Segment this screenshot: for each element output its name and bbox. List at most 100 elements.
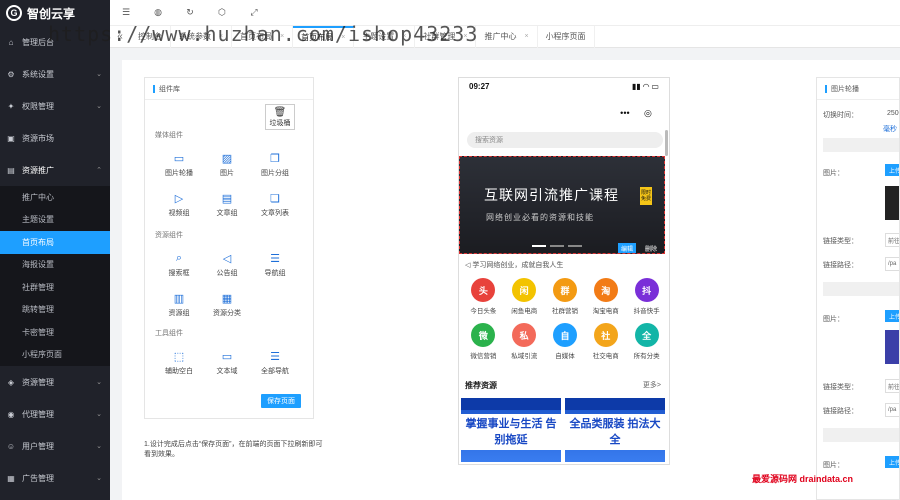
sidebar-sub-home-layout[interactable]: 首页布局: [0, 231, 110, 254]
sidebar-sub-miniapp[interactable]: 小程序页面: [0, 344, 110, 367]
link-path-input[interactable]: /pa: [885, 257, 899, 271]
banner-edit-button[interactable]: 编辑: [618, 243, 636, 253]
scrollbar[interactable]: [665, 130, 668, 156]
close-icon[interactable]: ×: [280, 33, 284, 40]
widget-image-carousel[interactable]: ▭ 图片轮播: [159, 152, 199, 178]
close-icon[interactable]: ×: [402, 33, 406, 40]
books-icon: ▥: [173, 293, 185, 305]
category-grid-item[interactable]: 群社群营销: [545, 278, 586, 315]
ad-icon: ▦: [7, 473, 15, 483]
category-grid-item[interactable]: 私私域引流: [504, 323, 545, 360]
target-icon[interactable]: ◎: [644, 108, 652, 119]
save-page-button[interactable]: 保存页面: [261, 394, 301, 408]
widget-spacer[interactable]: ⬚ 辅助空白: [159, 350, 199, 376]
widget-all-nav[interactable]: ☰ 全部导航: [255, 350, 295, 376]
sidebar-item-agent[interactable]: ◉ 代理管理 ⌄: [0, 398, 110, 430]
user-icon: ☺: [6, 441, 16, 451]
banner-carousel[interactable]: 互联网引流推广课程 限时免费 网络创业必看的资源和技能 编辑 删除: [459, 156, 665, 254]
chevron-up-icon: ⌃: [96, 167, 102, 174]
recommend-more-link[interactable]: 更多>: [643, 380, 661, 391]
category-grid-item[interactable]: 头今日头条: [463, 278, 504, 315]
sidebar-sub-theme[interactable]: 主题设置: [0, 209, 110, 232]
refresh-icon[interactable]: ↻: [174, 7, 206, 18]
upload-button[interactable]: 上传: [885, 456, 899, 468]
widget-resource-category[interactable]: ▦ 资源分类: [207, 292, 247, 318]
category-icon: ▦: [221, 293, 233, 305]
widget-nav-group[interactable]: ☰ 导航组: [255, 252, 295, 278]
category-grid-item[interactable]: 微微信营销: [463, 323, 504, 360]
upload-button[interactable]: 上传: [885, 310, 899, 322]
menu-icon[interactable]: ☰: [110, 7, 142, 18]
spacer-icon: ⬚: [173, 351, 185, 363]
sidebar-item-system[interactable]: ⚙ 系统设置 ⌄: [0, 58, 110, 90]
recommend-card[interactable]: 全品类服装 拍法大全: [565, 398, 665, 462]
close-icon[interactable]: ×: [524, 33, 528, 40]
category-icon: 闲: [512, 278, 537, 302]
widget-search-box[interactable]: ⌕ 搜索框: [159, 252, 199, 278]
widget-article-group[interactable]: ▤ 文章组: [207, 192, 247, 218]
category-grid-item[interactable]: 社社交电商: [585, 323, 626, 360]
category-grid-item[interactable]: 抖抖音快手: [626, 278, 667, 315]
widget-image[interactable]: ▨ 图片: [207, 152, 247, 178]
globe-icon[interactable]: ◍: [142, 7, 174, 18]
tab-home-layout-1[interactable]: 首页布局 ×: [232, 25, 294, 48]
fullscreen-icon[interactable]: ⤢: [238, 7, 270, 18]
widget-textarea[interactable]: ▭ 文本域: [207, 350, 247, 376]
tab-promo-center[interactable]: 推广中心 ×: [476, 25, 538, 48]
status-time: 09:27: [469, 81, 490, 91]
tab-home-layout-2[interactable]: 首页布局 ×: [293, 25, 355, 48]
gear-icon: ⚙: [7, 69, 15, 79]
widget-resource-group[interactable]: ▥ 资源组: [159, 292, 199, 318]
sidebar-item-ad[interactable]: ▦ 广告管理 ⌄: [0, 462, 110, 494]
trash-button[interactable]: 🗑 垃圾桶: [265, 104, 295, 130]
category-grid-item[interactable]: 淘淘宝电商: [585, 278, 626, 315]
sidebar-item-permission[interactable]: ✦ 权限管理 ⌄: [0, 90, 110, 122]
close-icon[interactable]: ×: [219, 33, 223, 40]
tab-miniapp[interactable]: 小程序页面: [538, 25, 595, 48]
chevron-down-icon: ⌄: [96, 443, 102, 450]
signal-battery-icon: ▮▮ ◠ ▭: [632, 81, 659, 91]
widget-image-group[interactable]: ❐ 图片分组: [255, 152, 295, 178]
upload-button[interactable]: 上传: [885, 164, 899, 176]
link-path-input[interactable]: /pa: [885, 403, 899, 417]
link-path-label: 链接路径：: [823, 408, 858, 415]
sidebar-sub-community[interactable]: 社群管理: [0, 276, 110, 299]
component-library-header: 组件库: [145, 78, 313, 100]
sidebar-item-dashboard[interactable]: ⌂ 管理后台: [0, 26, 110, 58]
close-icon[interactable]: ×: [463, 33, 467, 40]
sidebar-sub-card[interactable]: 卡密管理: [0, 321, 110, 344]
more-icon[interactable]: •••: [620, 108, 629, 118]
interval-input[interactable]: 2500: [887, 110, 899, 117]
tabs-left-arrow-icon[interactable]: «: [110, 31, 130, 42]
chevron-down-icon: ⌄: [96, 411, 102, 418]
tab-theme[interactable]: 主题设置 ×: [354, 25, 416, 48]
search-input[interactable]: 搜索资源: [467, 132, 663, 148]
sidebar-sub-redirect[interactable]: 跳转管理: [0, 299, 110, 322]
chevron-down-icon: ⌄: [96, 379, 102, 386]
sidebar-item-user[interactable]: ☺ 用户管理 ⌄: [0, 430, 110, 462]
tab-console[interactable]: 控制台: [130, 25, 171, 48]
widget-article-list[interactable]: ❏ 文章列表: [255, 192, 295, 218]
link-type-select[interactable]: 前往: [885, 233, 899, 247]
theme-icon[interactable]: ⬡: [206, 7, 238, 18]
status-bar: 09:27 ▮▮ ◠ ▭: [459, 78, 669, 94]
image-label: 图片：: [823, 316, 844, 323]
widget-video-group[interactable]: ▷ 视频组: [159, 192, 199, 218]
category-grid-item[interactable]: 全所有分类: [626, 323, 667, 360]
category-grid-item[interactable]: 自自媒体: [545, 323, 586, 360]
sidebar-item-resource[interactable]: ◈ 资源管理 ⌄: [0, 366, 110, 398]
sidebar-item-market[interactable]: ▣ 资源市场: [0, 122, 110, 154]
link-type-select[interactable]: 前往: [885, 379, 899, 393]
tab-community[interactable]: 社群管理 ×: [415, 25, 477, 48]
tab-system-params[interactable]: 系统参数 ×: [171, 25, 233, 48]
banner-delete-button[interactable]: 删除: [642, 243, 660, 253]
recommend-card[interactable]: 掌握事业与生活 告别拖延: [461, 398, 561, 462]
widget-notice-group[interactable]: ◁ 公告组: [207, 252, 247, 278]
image-icon: ▨: [221, 153, 233, 165]
sidebar-sub-poster[interactable]: 海报设置: [0, 254, 110, 277]
sidebar-sub-promo-center[interactable]: 推广中心: [0, 186, 110, 209]
close-icon[interactable]: ×: [341, 34, 345, 41]
image-label: 图片：: [823, 170, 844, 177]
category-grid-item[interactable]: 闲闲鱼电商: [504, 278, 545, 315]
sidebar-item-promote[interactable]: ▤ 资源推广 ⌃: [0, 154, 110, 186]
